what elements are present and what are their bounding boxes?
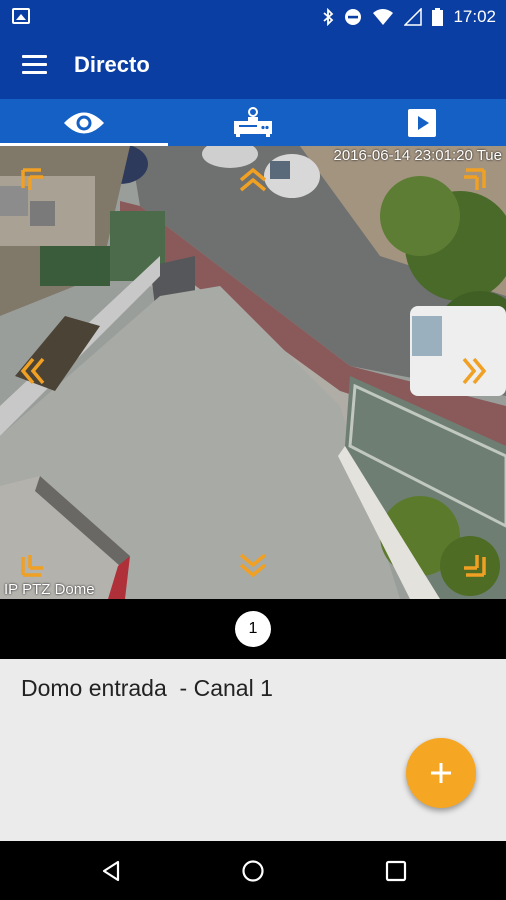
recents-button[interactable] <box>378 853 414 889</box>
tab-bar <box>0 99 506 146</box>
ptz-up-right-arrow-icon[interactable] <box>458 166 488 196</box>
tab-playback[interactable] <box>338 99 506 146</box>
page-title: Directo <box>74 52 150 77</box>
camera-label: IP PTZ Dome <box>4 581 95 598</box>
status-time: 17:02 <box>453 7 496 26</box>
plus-icon <box>431 763 451 783</box>
home-button[interactable] <box>235 853 271 889</box>
do-not-disturb-icon <box>345 9 362 25</box>
home-icon <box>242 860 264 882</box>
page-indicator-1[interactable]: 1 <box>235 611 271 647</box>
app-bar: Directo <box>0 33 506 99</box>
ptz-down-arrow-icon[interactable] <box>238 549 268 579</box>
camera-live-view[interactable]: 2016-06-14 23:01:20 Tue IP PTZ Dome <box>0 146 506 599</box>
ptz-left-arrow-icon[interactable] <box>19 356 49 386</box>
cell-signal-icon <box>404 8 423 26</box>
ptz-up-left-arrow-icon[interactable] <box>19 166 49 196</box>
dvr-icon <box>234 106 272 137</box>
play-icon <box>408 108 436 137</box>
camera-image <box>0 146 506 599</box>
status-bar: 17:02 <box>0 0 506 33</box>
add-fab-button[interactable] <box>406 738 476 808</box>
ptz-down-left-arrow-icon[interactable] <box>19 549 49 579</box>
ptz-up-arrow-icon[interactable] <box>238 166 268 196</box>
system-nav-bar <box>0 841 506 900</box>
bluetooth-icon <box>323 8 334 26</box>
image-icon <box>12 8 30 24</box>
back-icon <box>102 860 120 882</box>
ptz-down-right-arrow-icon[interactable] <box>458 549 488 579</box>
tab-recorder[interactable] <box>169 99 337 146</box>
channel-name: Domo entrada - Canal 1 <box>21 675 273 701</box>
status-icons: 17:02 <box>322 6 496 28</box>
recents-icon <box>385 860 407 882</box>
wifi-icon <box>373 9 394 25</box>
eye-icon <box>64 112 104 133</box>
battery-icon <box>432 8 444 26</box>
tab-live-view[interactable] <box>0 99 168 146</box>
camera-timestamp: 2016-06-14 23:01:20 Tue <box>333 147 502 164</box>
back-button[interactable] <box>93 853 129 889</box>
hamburger-menu-icon[interactable] <box>22 55 47 75</box>
ptz-right-arrow-icon[interactable] <box>458 356 488 386</box>
channel-pager: 1 <box>0 599 506 659</box>
